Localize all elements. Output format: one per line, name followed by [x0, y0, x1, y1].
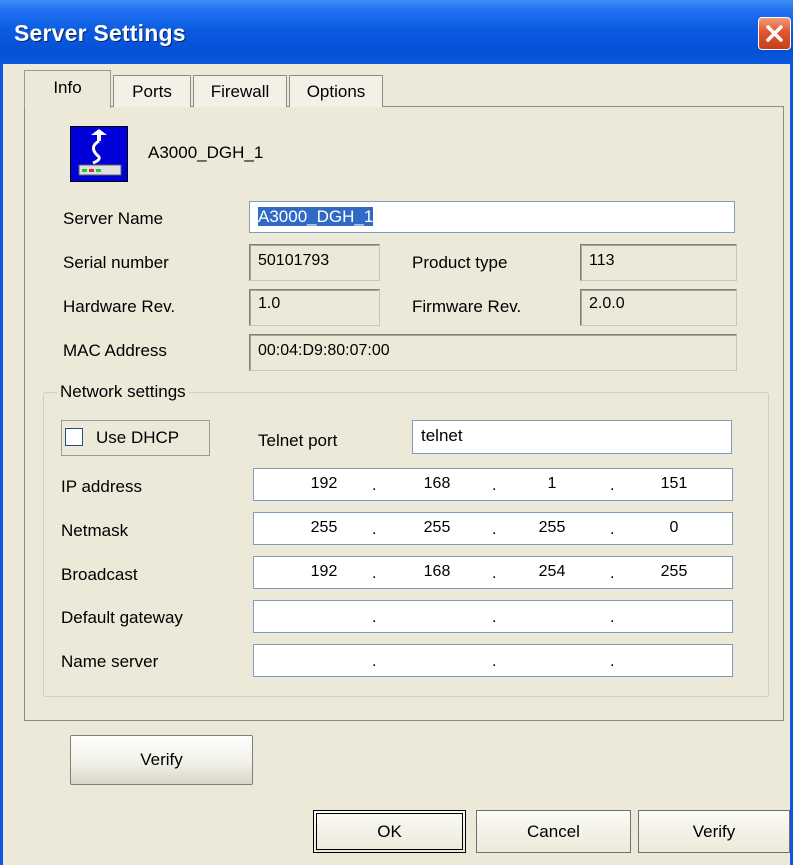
tab-ports[interactable]: Ports [113, 75, 191, 107]
netmask-input[interactable]: 255 . 255 . 255 . 0 [253, 512, 733, 545]
broadcast-octet-4: 255 [660, 563, 688, 580]
use-dhcp-checkbox[interactable]: Use DHCP [61, 420, 210, 456]
verify-button[interactable]: Verify [638, 810, 790, 853]
firmware-rev-label: Firmware Rev. [412, 297, 522, 316]
server-name-input[interactable]: A3000_DGH_1 [249, 201, 735, 233]
tab-info[interactable]: Info [24, 70, 111, 108]
use-dhcp-label: Use DHCP [96, 428, 180, 447]
server-name-selected-text: A3000_DGH_1 [258, 207, 374, 226]
window-title: Server Settings [14, 20, 186, 46]
ip-dot: . [372, 521, 377, 538]
telnet-port-input[interactable]: telnet [412, 420, 732, 454]
hardware-rev-label: Hardware Rev. [63, 297, 176, 316]
network-settings-legend: Network settings [57, 382, 189, 402]
network-device-icon [70, 126, 128, 182]
checkbox-box[interactable] [65, 428, 83, 446]
close-button[interactable] [758, 17, 791, 50]
netmask-octet-3: 255 [538, 519, 566, 536]
ip-dot: . [372, 565, 377, 582]
netmask-octet-2: 255 [423, 519, 451, 536]
ip-dot: . [492, 477, 497, 494]
broadcast-input[interactable]: 192 . 168 . 254 . 255 [253, 556, 733, 589]
mac-address-field: 00:04:D9:80:07:00 [249, 334, 737, 371]
netmask-octet-1: 255 [310, 519, 338, 536]
ip-octet-1: 192 [310, 475, 338, 492]
close-icon [766, 25, 783, 42]
telnet-port-label: Telnet port [258, 431, 338, 450]
verify-inner-button[interactable]: Verify [70, 735, 253, 785]
ip-dot: . [372, 609, 377, 626]
ip-dot: . [492, 521, 497, 538]
netmask-octet-4: 0 [669, 519, 679, 536]
name-server-label: Name server [61, 652, 159, 671]
broadcast-octet-1: 192 [310, 563, 338, 580]
broadcast-octet-2: 168 [423, 563, 451, 580]
name-server-input[interactable]: . . . [253, 644, 733, 677]
tab-firewall[interactable]: Firewall [193, 75, 287, 107]
ip-octet-4: 151 [660, 475, 688, 492]
tab-options[interactable]: Options [289, 75, 383, 107]
serial-number-label: Serial number [63, 253, 169, 272]
broadcast-octet-3: 254 [538, 563, 566, 580]
ip-dot: . [492, 653, 497, 670]
ip-dot: . [372, 653, 377, 670]
hardware-rev-field: 1.0 [249, 289, 380, 326]
product-type-label: Product type [412, 253, 508, 272]
server-name-label: Server Name [63, 209, 164, 228]
ip-dot: . [610, 653, 615, 670]
ip-octet-2: 168 [423, 475, 451, 492]
firmware-rev-field: 2.0.0 [580, 289, 737, 326]
ip-octet-3: 1 [547, 475, 557, 492]
ip-dot: . [492, 609, 497, 626]
product-type-field: 113 [580, 244, 737, 281]
device-name: A3000_DGH_1 [148, 143, 264, 162]
cancel-button[interactable]: Cancel [476, 810, 631, 853]
mac-address-label: MAC Address [63, 341, 167, 360]
ip-dot: . [492, 565, 497, 582]
ip-address-input[interactable]: 192 . 168 . 1 . 151 [253, 468, 733, 501]
title-bar[interactable]: Server Settings [0, 0, 793, 64]
ip-dot: . [610, 477, 615, 494]
ip-dot: . [610, 609, 615, 626]
broadcast-label: Broadcast [61, 565, 138, 584]
ip-dot: . [610, 565, 615, 582]
ip-address-label: IP address [61, 477, 142, 496]
serial-number-field: 50101793 [249, 244, 380, 281]
ip-dot: . [372, 477, 377, 494]
ip-dot: . [610, 521, 615, 538]
default-gateway-label: Default gateway [61, 608, 183, 627]
ok-button[interactable]: OK [313, 810, 466, 853]
default-gateway-input[interactable]: . . . [253, 600, 733, 633]
netmask-label: Netmask [61, 521, 129, 540]
